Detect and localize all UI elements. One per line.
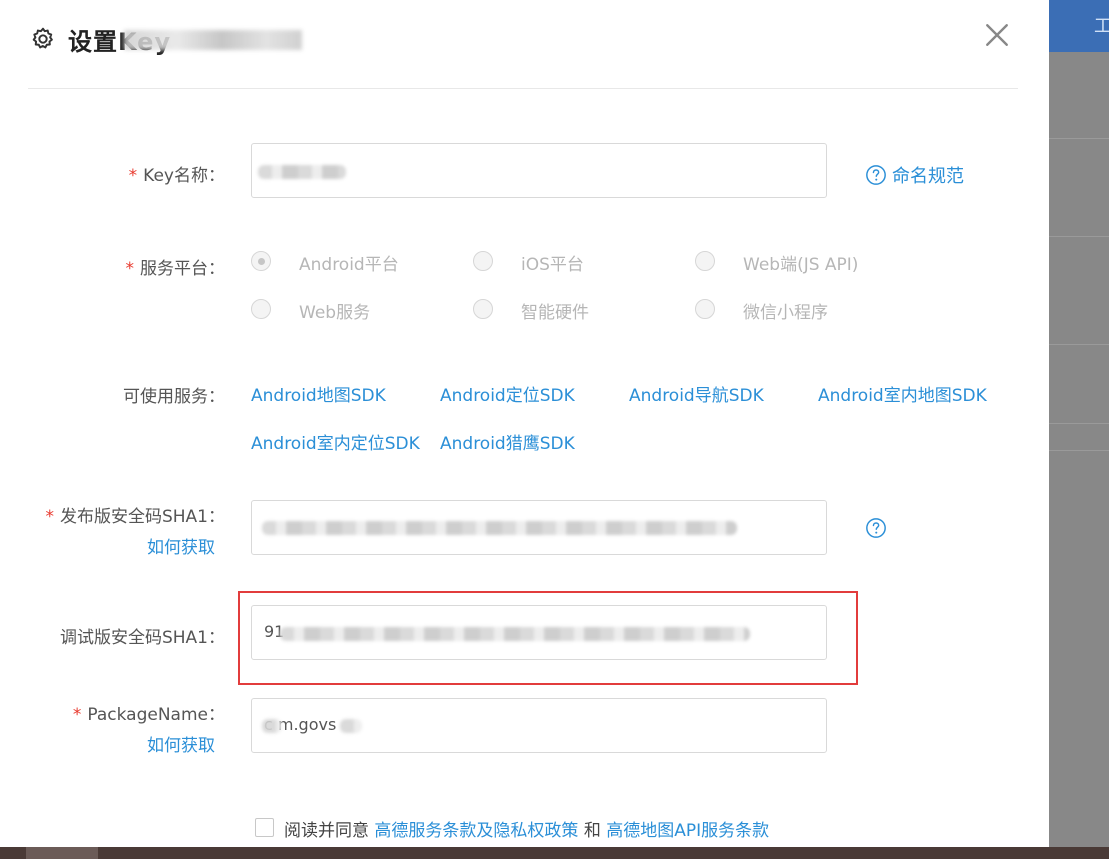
release-sha1-input[interactable]	[251, 500, 827, 555]
agreement-checkbox[interactable]	[255, 818, 274, 837]
service-terms-link[interactable]: 高德服务条款及隐私权政策	[374, 821, 578, 841]
close-icon[interactable]	[984, 22, 1010, 48]
service-link-android-falcon[interactable]: Android猎鹰SDK	[440, 429, 575, 454]
agreement-prefix: 阅读并同意	[284, 821, 369, 841]
required-mark: *	[72, 705, 82, 725]
settings-dialog: 设置Key * Key名称： 命名规范 * 服务平台： Android平台 iOS平…	[0, 0, 1049, 847]
background-page	[1049, 0, 1109, 859]
taskbar-item	[26, 847, 98, 859]
platform-option-label: Web端(JS API)	[743, 255, 859, 275]
service-link-android-indoor-location[interactable]: Android室内定位SDK	[251, 429, 420, 454]
platform-option-label: Web服务	[299, 303, 371, 323]
background-top-bar: 工	[1049, 0, 1109, 52]
release-sha1-label: * 发布版安全码SHA1：	[45, 502, 225, 527]
platform-label-text: 服务平台：	[140, 259, 225, 279]
package-name-how-to-link[interactable]: 如何获取	[147, 731, 215, 756]
key-name-label: * Key名称：	[129, 161, 225, 186]
package-name-input[interactable]: c m.govs	[251, 698, 827, 753]
radio-button[interactable]	[473, 299, 493, 319]
radio-button[interactable]	[251, 251, 271, 271]
radio-button[interactable]	[251, 299, 271, 319]
service-link-android-indoor-map[interactable]: Android室内地图SDK	[818, 381, 987, 406]
taskbar-strip	[0, 847, 1109, 859]
platform-option-label: Android平台	[299, 255, 399, 275]
redacted-value	[340, 719, 362, 733]
key-name-input[interactable]	[251, 143, 827, 198]
api-terms-link[interactable]: 高德地图API服务条款	[606, 821, 769, 841]
radio-button[interactable]	[473, 251, 493, 271]
help-icon[interactable]	[865, 164, 887, 186]
background-divider	[1049, 236, 1109, 237]
background-divider	[1049, 450, 1109, 451]
agreement-joiner: 和	[583, 821, 601, 841]
release-sha1-how-to-link[interactable]: 如何获取	[147, 533, 215, 558]
redacted-title-part	[124, 30, 302, 50]
services-label: 可使用服务：	[123, 387, 225, 407]
redacted-value	[262, 521, 737, 535]
platform-option-label: 微信小程序	[743, 303, 828, 323]
background-divider	[1049, 423, 1109, 424]
background-divider	[1049, 344, 1109, 345]
platform-option-label: 智能硬件	[521, 303, 589, 323]
naming-rules-link[interactable]: 命名规范	[892, 162, 964, 188]
debug-sha1-label: 调试版安全码SHA1：	[59, 628, 225, 648]
background-divider	[1049, 138, 1109, 139]
service-link-android-map[interactable]: Android地图SDK	[251, 381, 386, 406]
required-mark: *	[125, 259, 135, 279]
highlight-box	[238, 591, 858, 685]
redacted-value	[262, 719, 282, 733]
package-name-label-text: PackageName：	[87, 705, 225, 725]
agreement-text: 阅读并同意 高德服务条款及隐私权政策 和 高德地图API服务条款	[284, 816, 769, 841]
key-name-label-text: Key名称：	[143, 166, 225, 186]
redacted-value	[258, 165, 346, 179]
release-sha1-label-text: 发布版安全码SHA1：	[59, 507, 225, 527]
radio-button[interactable]	[695, 251, 715, 271]
gear-icon	[32, 27, 53, 49]
service-link-android-navi[interactable]: Android导航SDK	[629, 381, 764, 406]
platform-label: * 服务平台：	[126, 254, 226, 279]
required-mark: *	[45, 507, 54, 527]
radio-button[interactable]	[695, 299, 715, 319]
help-icon[interactable]	[865, 517, 887, 539]
background-top-bar-text: 工	[1094, 16, 1109, 37]
required-mark: *	[128, 166, 138, 186]
package-name-label: * PackageName：	[73, 700, 225, 725]
service-link-android-location[interactable]: Android定位SDK	[440, 381, 575, 406]
platform-option-label: iOS平台	[521, 255, 584, 275]
